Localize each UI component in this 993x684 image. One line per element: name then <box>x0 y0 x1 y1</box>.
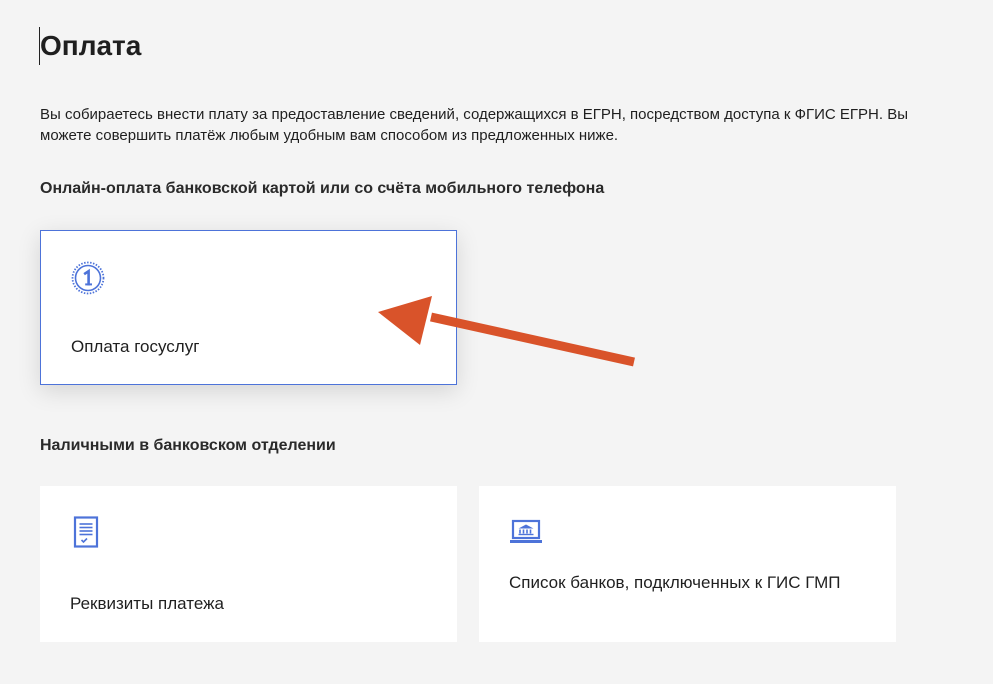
intro-text: Вы собираетесь внести плату за предостав… <box>40 106 909 144</box>
gosuslugi-card-label: Оплата госуслуг <box>71 337 200 356</box>
bank-list-card[interactable]: Список банков, подключенных к ГИС ГМП <box>479 486 896 642</box>
document-icon <box>70 516 104 550</box>
online-payment-section-title: Онлайн-оплата банковской картой или со с… <box>40 180 605 197</box>
gosuslugi-payment-card[interactable]: Оплата госуслуг <box>40 230 457 385</box>
gosuslugi-coin-icon <box>71 261 105 295</box>
page-title: Оплата <box>40 30 142 61</box>
bank-list-card-label: Список банков, подключенных к ГИС ГМП <box>509 573 841 592</box>
cash-payment-section-title: Наличными в банковском отделении <box>40 437 336 454</box>
bank-laptop-icon <box>509 516 543 550</box>
payment-requisites-card[interactable]: Реквизиты платежа <box>40 486 457 642</box>
payment-page: Оплата Вы собираетесь внести плату за пр… <box>0 0 993 684</box>
requisites-card-label: Реквизиты платежа <box>70 594 224 613</box>
